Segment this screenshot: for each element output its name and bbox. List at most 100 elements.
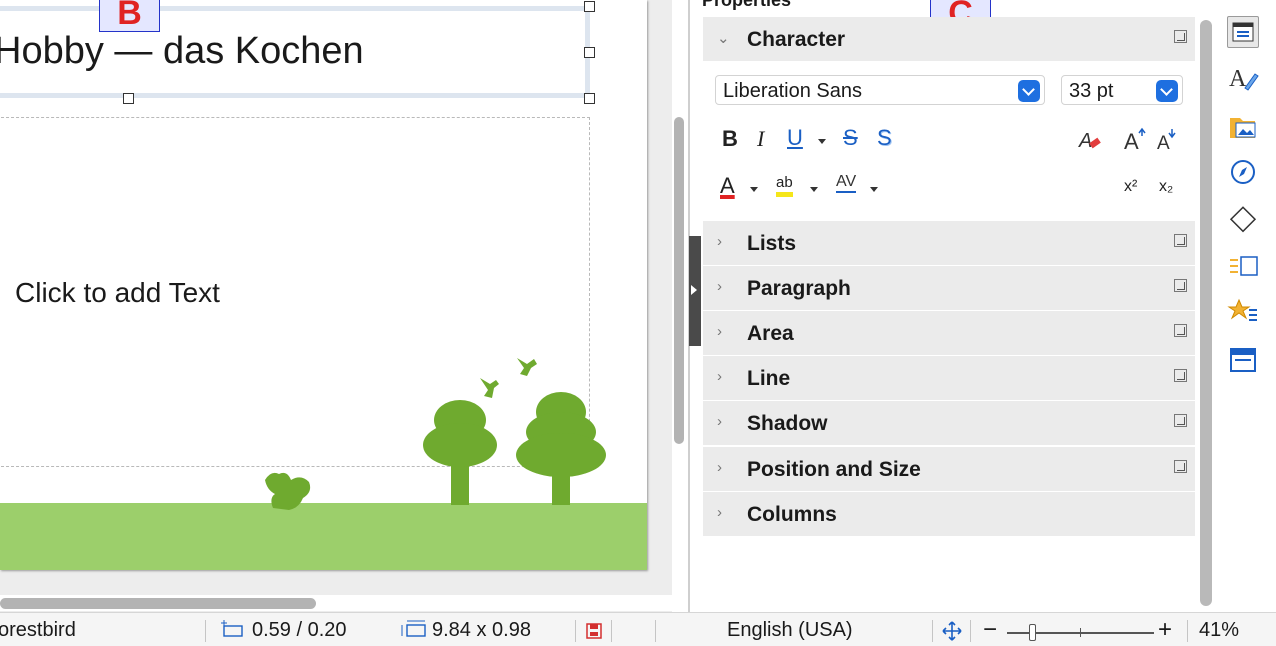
section-shadow-header[interactable]: › Shadow — [703, 401, 1195, 445]
grass-decoration — [0, 503, 647, 570]
chevron-right-icon: › — [717, 504, 722, 521]
more-options-icon[interactable] — [1174, 369, 1187, 382]
section-area-header[interactable]: › Area — [703, 311, 1195, 355]
status-language[interactable]: English (USA) — [727, 619, 853, 642]
forest-illustration — [265, 358, 606, 510]
section-label: Line — [747, 367, 791, 390]
more-options-icon[interactable] — [1174, 324, 1187, 337]
status-master-slide: orestbird — [0, 619, 76, 641]
shapes-icon[interactable] — [1227, 204, 1259, 236]
chevron-right-icon: › — [717, 368, 722, 385]
status-position: 0.59 / 0.20 — [252, 619, 347, 641]
chevron-right-icon: › — [717, 323, 722, 340]
underline-dropdown-icon[interactable] — [818, 139, 826, 144]
status-size: 9.84 x 0.98 — [432, 619, 531, 641]
subscript-button[interactable]: x₂ — [1159, 178, 1173, 196]
font-size-combobox[interactable]: 33 pt — [1061, 75, 1183, 105]
font-name-value: Liberation Sans — [723, 80, 862, 102]
properties-icon[interactable] — [1227, 16, 1259, 48]
shadow-button[interactable]: S — [877, 125, 892, 151]
annotation-marker-b: B — [99, 0, 160, 32]
font-color-button[interactable]: A — [720, 173, 735, 199]
slide-title[interactable]: Hobby — das Kochen — [0, 30, 364, 73]
section-label: Position and Size — [747, 458, 921, 481]
section-character-header[interactable]: ⌄ Character — [703, 17, 1195, 61]
zoom-out-button[interactable]: − — [983, 616, 997, 644]
highlight-color-button[interactable]: ab — [776, 174, 793, 197]
chevron-down-icon: ⌄ — [717, 30, 730, 47]
sidebar-deck-title: Properties — [702, 0, 792, 10]
section-label: Shadow — [747, 412, 828, 435]
svg-text:A: A — [1229, 66, 1247, 92]
master-slides-icon[interactable] — [1227, 344, 1259, 376]
section-paragraph-header[interactable]: › Paragraph — [703, 266, 1195, 310]
chevron-right-icon: › — [717, 278, 722, 295]
status-divider — [1187, 620, 1188, 642]
status-divider — [932, 620, 933, 642]
grow-font-icon[interactable]: A — [1122, 125, 1148, 153]
zoom-slider-thumb[interactable] — [1029, 624, 1036, 641]
section-position-size-header[interactable]: › Position and Size — [703, 447, 1195, 491]
font-size-value: 33 pt — [1069, 80, 1114, 102]
underline-button[interactable]: U — [787, 125, 803, 151]
vertical-scrollbar-thumb[interactable] — [674, 117, 684, 444]
styles-icon[interactable]: A — [1227, 62, 1259, 94]
status-divider — [205, 620, 206, 642]
highlight-dropdown-icon[interactable] — [810, 187, 818, 192]
font-color-dropdown-icon[interactable] — [750, 187, 758, 192]
chevron-right-icon: › — [717, 413, 722, 430]
resize-handle-top-right[interactable] — [584, 1, 595, 12]
svg-text:A: A — [1078, 130, 1092, 152]
spacing-dropdown-icon[interactable] — [870, 187, 878, 192]
navigator-icon[interactable] — [1227, 156, 1259, 188]
section-label: Paragraph — [747, 277, 851, 300]
content-placeholder-text[interactable]: Click to add Text — [15, 277, 220, 309]
italic-button[interactable]: I — [757, 126, 764, 152]
status-divider — [970, 620, 971, 642]
status-bar — [0, 612, 1276, 646]
section-character-label: Character — [747, 28, 846, 51]
more-options-icon[interactable] — [1174, 30, 1187, 43]
zoom-in-button[interactable]: + — [1158, 616, 1172, 644]
horizontal-scrollbar-thumb[interactable] — [0, 598, 316, 609]
dropdown-icon[interactable] — [1018, 80, 1040, 102]
status-divider — [655, 620, 656, 642]
character-panel: Liberation Sans 33 pt B I U S S A A A A … — [703, 61, 1195, 221]
section-lists-header[interactable]: › Lists — [703, 221, 1195, 265]
chevron-right-icon: › — [717, 233, 722, 250]
shrink-font-icon[interactable]: A — [1155, 125, 1181, 153]
zoom-slider-tick — [1080, 628, 1081, 637]
superscript-button[interactable]: x² — [1124, 178, 1137, 196]
more-options-icon[interactable] — [1174, 460, 1187, 473]
more-options-icon[interactable] — [1174, 279, 1187, 292]
resize-handle-right[interactable] — [584, 47, 595, 58]
sidebar-scrollbar-thumb[interactable] — [1200, 20, 1212, 606]
section-label: Lists — [747, 232, 797, 255]
character-spacing-button[interactable]: AV — [836, 173, 857, 193]
bold-button[interactable]: B — [722, 126, 738, 152]
dropdown-icon[interactable] — [1156, 80, 1178, 102]
more-options-icon[interactable] — [1174, 234, 1187, 247]
section-columns-header[interactable]: › Columns — [703, 492, 1195, 536]
position-icon — [221, 620, 243, 637]
slide-transition-icon[interactable] — [1227, 250, 1259, 282]
resize-handle-bottom-right[interactable] — [584, 93, 595, 104]
status-divider — [611, 620, 612, 642]
status-zoom-level[interactable]: 41% — [1199, 619, 1239, 642]
section-line-header[interactable]: › Line — [703, 356, 1195, 400]
more-options-icon[interactable] — [1174, 414, 1187, 427]
svg-text:A: A — [1157, 133, 1170, 153]
strikethrough-button[interactable]: S — [843, 125, 858, 151]
document-modified-icon[interactable] — [585, 622, 603, 640]
font-name-combobox[interactable]: Liberation Sans — [715, 75, 1045, 105]
animation-icon[interactable] — [1227, 296, 1259, 328]
clear-formatting-icon[interactable]: A — [1077, 127, 1103, 153]
fit-slide-icon[interactable] — [942, 621, 962, 641]
section-label: Columns — [747, 503, 837, 526]
gallery-icon[interactable] — [1227, 110, 1259, 142]
collapse-arrow-icon — [691, 285, 697, 295]
sidebar-collapse-button[interactable] — [689, 236, 701, 346]
resize-handle-bottom[interactable] — [123, 93, 134, 104]
slide-canvas[interactable]: Hobby — das Kochen Click to add Text — [0, 0, 647, 570]
svg-text:A: A — [1124, 129, 1139, 153]
